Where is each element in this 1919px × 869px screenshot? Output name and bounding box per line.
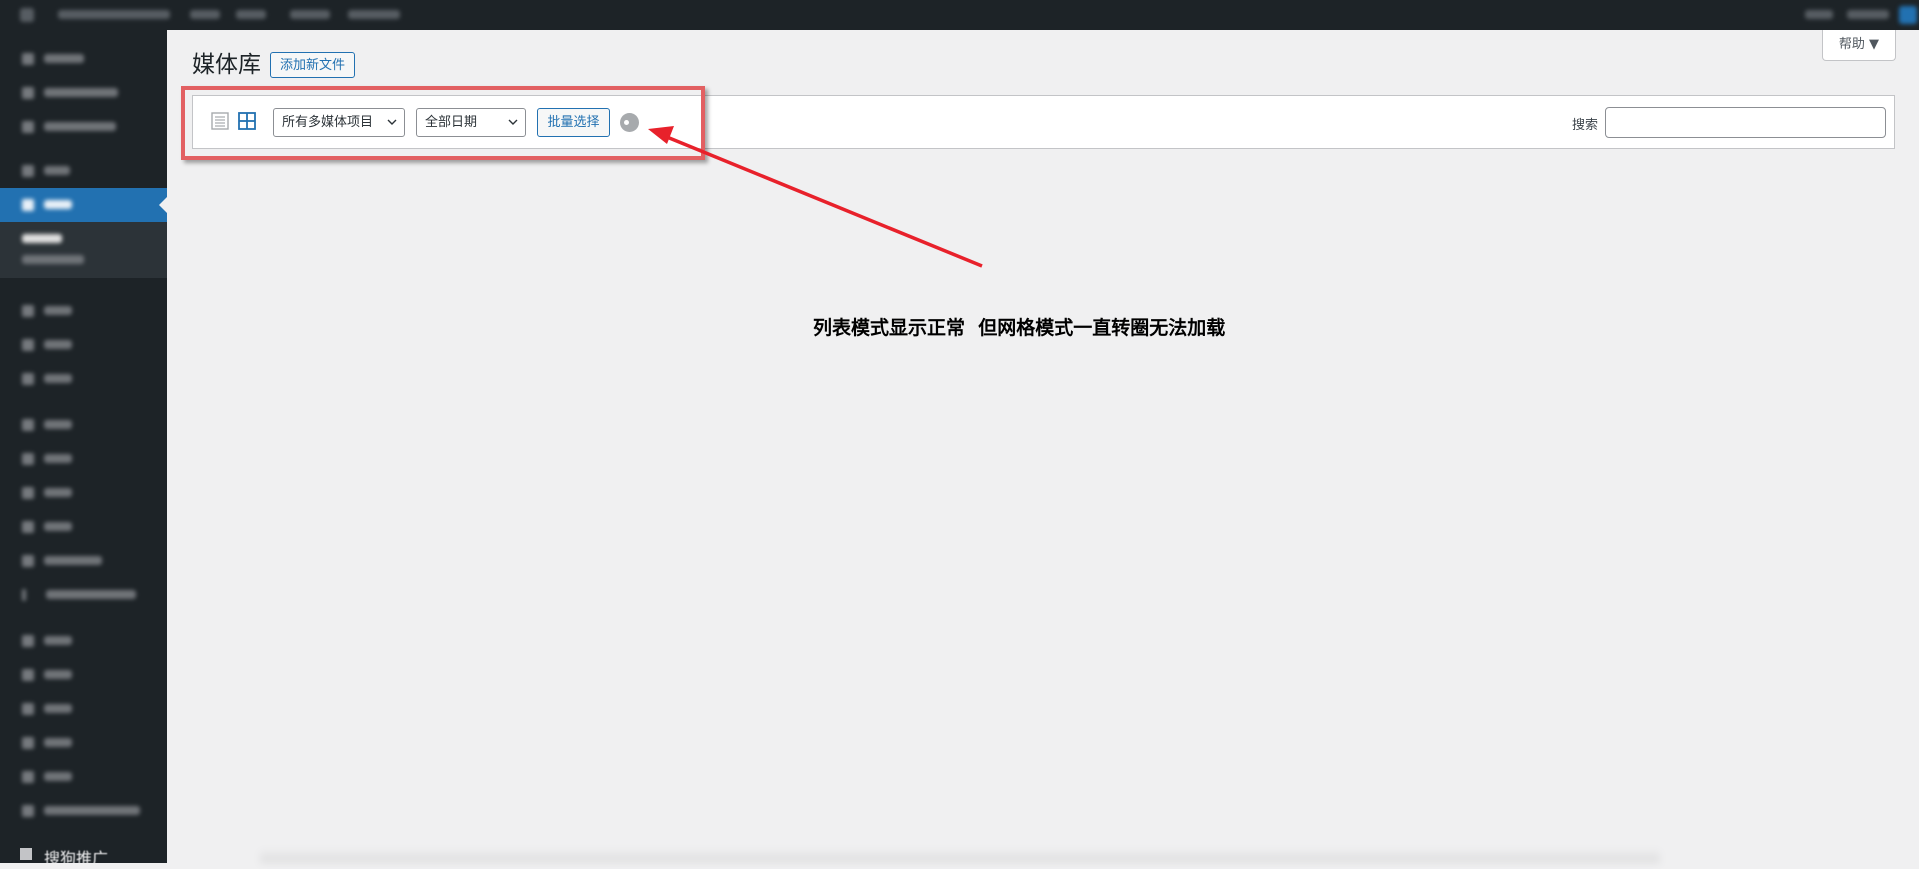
- annotation-arrow: [648, 126, 983, 268]
- annotation-note: 列表模式显示正常 但网格模式一直转圈无法加载: [813, 317, 1226, 339]
- bottom-shadow: [260, 848, 1660, 863]
